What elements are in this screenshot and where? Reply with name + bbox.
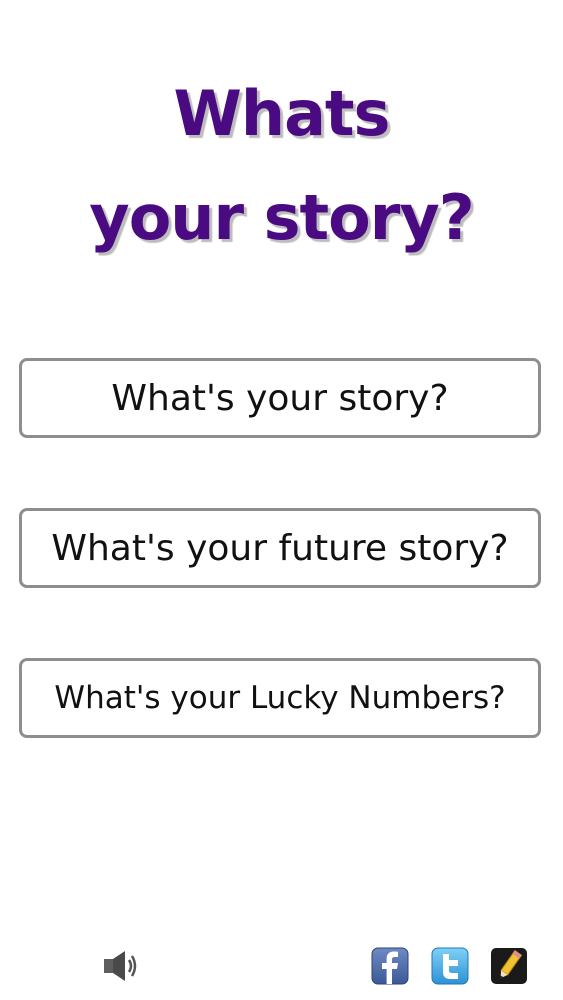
speaker-icon[interactable] — [101, 947, 139, 985]
lucky-numbers-button[interactable]: What's your Lucky Numbers? — [19, 658, 541, 738]
app-title: Whats your story? — [0, 62, 563, 270]
lucky-numbers-label: What's your Lucky Numbers? — [54, 680, 506, 716]
facebook-icon[interactable] — [371, 947, 409, 985]
whats-your-story-button[interactable]: What's your story? — [19, 358, 541, 438]
whats-your-story-label: What's your story? — [111, 377, 449, 419]
future-story-button[interactable]: What's your future story? — [19, 508, 541, 588]
title-line-2: your story? — [89, 181, 474, 254]
title-line-1: Whats — [173, 77, 391, 150]
future-story-label: What's your future story? — [51, 527, 509, 569]
twitter-icon[interactable] — [431, 947, 469, 985]
pencil-icon[interactable] — [490, 947, 528, 985]
